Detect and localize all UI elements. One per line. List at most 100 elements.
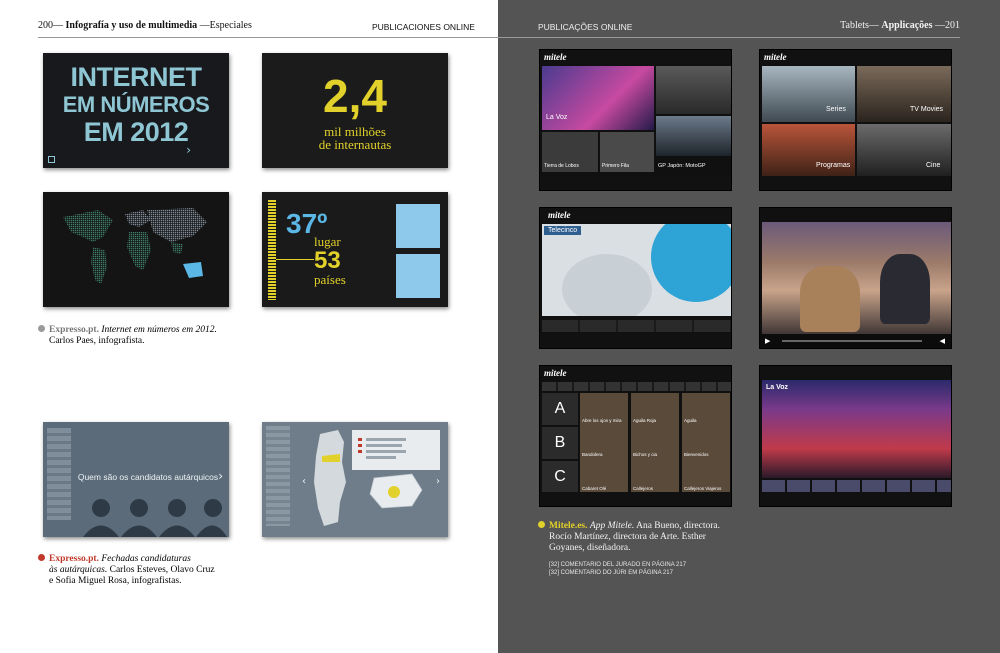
thumb-internautas: 2,4 mil milhões de internautas — [262, 53, 448, 168]
caption-line2: Rocío Martínez, directora de Arte. Esthe… — [549, 532, 706, 542]
ranking-bar — [268, 200, 276, 300]
right-running-header: Tablets— Applicações —201 — [840, 20, 960, 31]
app-bottom-nav[interactable] — [540, 176, 731, 190]
title-label: Abre los ojos y mira — [582, 418, 622, 423]
video-figure — [880, 254, 930, 324]
tile2-label: Primero Fila — [602, 163, 629, 169]
channel-label: Telecinco — [544, 226, 582, 235]
app-screen-alphabetical: mitele A B C Abre los ojos y mira Aguila… — [539, 365, 732, 507]
logo-icon — [48, 156, 55, 163]
alphabet-tabs[interactable] — [542, 382, 731, 391]
motogp-image[interactable] — [656, 116, 731, 156]
app-screen-categories: mitele Series TV Movies Programas Cine — [759, 49, 952, 191]
tile3-label: GP Japón: MotoGP — [658, 163, 706, 169]
svg-text:‹: ‹ — [302, 476, 306, 487]
app-bottom-nav[interactable] — [540, 334, 731, 348]
label-programas: Programas — [816, 162, 851, 169]
app-bottom-nav[interactable] — [760, 492, 951, 506]
jury-notes: [32] COMENTARIO DEL JURADO EN PÁGINA 217… — [549, 561, 686, 577]
thumb-internet-em-numeros: INTERNET EM NÚMEROS EM 2012 › — [43, 53, 229, 168]
thumb-portugal-map: ‹ › — [262, 422, 448, 537]
app-screen-video-player: ▶ ◀ — [759, 207, 952, 349]
side-tile[interactable] — [656, 66, 731, 114]
right-running-head-label: PUBLICAÇÕES ONLINE — [538, 22, 633, 32]
thumb1-line3: EM 2012 — [83, 117, 189, 147]
chevron-right-icon[interactable]: › — [186, 143, 191, 157]
blue-square-top — [396, 204, 440, 248]
app-screen-home: mitele La Voz Tierra de Lobos Primero Fi… — [539, 49, 732, 191]
title-label: Bichos y cia — [633, 452, 658, 457]
left-page: 200— Infografía y uso de multimedia —Esp… — [0, 0, 498, 653]
play-icon[interactable]: ▶ — [765, 337, 770, 345]
left-running-head-label: PUBLICACIONES ONLINE — [372, 22, 475, 32]
app-top-bar: mitele — [760, 50, 951, 64]
caption-dot — [38, 554, 45, 561]
section-title: Infografía y uso de multimedia — [65, 20, 198, 31]
program-hero[interactable] — [762, 380, 951, 478]
caption-line1: Ana Bueno, directora. — [636, 521, 720, 531]
app-top-bar — [760, 366, 951, 380]
caption-internet: Expresso.pt. Internet em números em 2012… — [38, 325, 238, 347]
thumb1-line2: EM NÚMEROS — [62, 92, 210, 117]
caption-title: App Mitele. — [589, 521, 635, 531]
program-listing[interactable] — [542, 320, 731, 332]
caption2-title-b: às autárquicas. — [49, 565, 108, 575]
connector-line — [276, 259, 314, 260]
hero-title: La Voz — [546, 114, 568, 121]
app-top-bar: mitele — [540, 50, 731, 64]
caption2-outlet: Expresso.pt. — [49, 554, 99, 564]
thumb2-big-number: 2,4 — [323, 70, 387, 122]
right-header-rule — [498, 37, 960, 38]
world-map-graphic — [63, 208, 207, 284]
title-label: Callejeros — [633, 486, 654, 491]
app-screen-channel: mitele Telecinco — [539, 207, 732, 349]
magazine-spread: 200— Infografía y uso de multimedia —Esp… — [0, 0, 1000, 653]
caption-dot — [38, 325, 45, 332]
caption-line3: Goyanes, diseñadora. — [549, 543, 631, 553]
volume-icon[interactable]: ◀ — [940, 334, 945, 348]
caption-mitele: Mitele.es. App Mitele. Ana Bueno, direct… — [538, 521, 758, 554]
category-series[interactable] — [762, 66, 855, 122]
subsection-title: Especiales — [209, 20, 252, 31]
app-logo: mitele — [544, 52, 567, 62]
letter-c: C — [542, 461, 578, 493]
title-label: Aguila Roja — [633, 418, 657, 423]
telecinco-logo — [651, 224, 731, 302]
caption1-outlet: Expresso.pt. — [49, 325, 99, 335]
category-cine[interactable] — [857, 124, 951, 178]
category-programas[interactable] — [762, 124, 855, 178]
caption1-credit: Carlos Paes, infografista. — [49, 336, 145, 346]
category-tv-movies[interactable] — [857, 66, 951, 122]
label-tv-movies: TV Movies — [910, 106, 944, 113]
app-top-bar: mitele — [540, 366, 731, 380]
player-controls[interactable]: ▶ ◀ — [760, 334, 951, 348]
title-label: Callejeros Viajeros — [684, 486, 722, 491]
app-top-bar: mitele — [540, 208, 731, 222]
banner-shape — [562, 254, 652, 316]
jury-note-es: [32] COMENTARIO DEL JURADO EN PÁGINA 217 — [549, 562, 687, 568]
label-cine: Cine — [926, 162, 941, 169]
title-grid[interactable] — [580, 393, 731, 493]
chevron-right-icon[interactable]: › — [218, 469, 223, 483]
title-label: Cabaret Olé — [582, 486, 607, 491]
app-logo: mitele — [548, 210, 571, 220]
caption2-credit-b: e Sofia Miguel Rosa, infografistas. — [49, 576, 182, 586]
app-logo: mitele — [544, 368, 567, 378]
progress-bar[interactable] — [782, 340, 922, 342]
left-header-rule — [38, 37, 498, 38]
right-page: PUBLICAÇÕES ONLINE Tablets— Applicações … — [498, 0, 1000, 653]
episode-strip[interactable] — [762, 480, 951, 492]
channel-banner[interactable]: Telecinco — [542, 224, 731, 316]
caption2-credit-a: Carlos Esteves, Olavo Cruz — [109, 565, 215, 575]
countries-number: 53 — [314, 247, 341, 274]
thumb-ranking: 37º lugar 53 países — [262, 192, 448, 307]
subcategory-title: Applicações — [881, 20, 933, 31]
app-bottom-nav[interactable] — [760, 176, 951, 190]
thumb1-line1: INTERNET — [70, 62, 203, 92]
app-logo: mitele — [764, 52, 787, 62]
thumb-world-map — [43, 192, 229, 307]
caption-candidaturas: Expresso.pt. Fechadas candidaturas às au… — [38, 554, 238, 587]
app-bottom-nav[interactable] — [540, 492, 731, 506]
thumb5-title: Quem são os candidatos autárquicos — [77, 472, 219, 482]
caption1-title: Internet em números em 2012. — [101, 325, 217, 335]
